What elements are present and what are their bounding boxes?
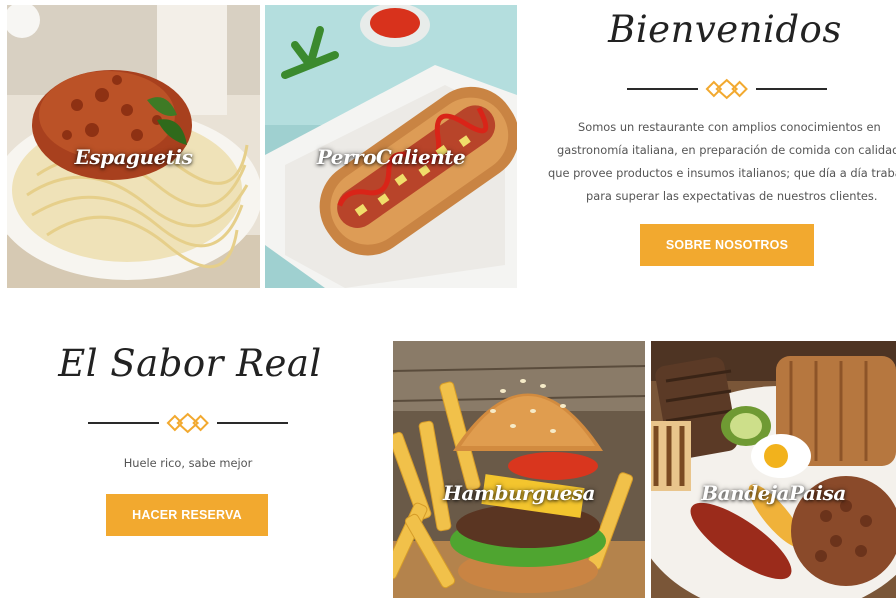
dish-label: Espaguetis bbox=[74, 145, 193, 169]
diamond-ornament-icon bbox=[166, 412, 210, 434]
dish-label: PerroCaliente bbox=[316, 145, 466, 169]
reservation-button[interactable]: HACER RESERVA bbox=[106, 494, 268, 536]
sabor-tagline: Huele rico, sabe mejor bbox=[123, 456, 253, 470]
about-us-button[interactable]: SOBRE NOSOTROS bbox=[640, 224, 814, 266]
dish-tile-hotdog[interactable]: PerroCaliente bbox=[265, 5, 517, 288]
welcome-line: Somos un restaurante con amplios conocim… bbox=[578, 120, 881, 134]
dish-label: Hamburguesa bbox=[442, 481, 596, 505]
welcome-text: Somos un restaurante con amplios conocim… bbox=[547, 116, 896, 208]
dish-tile-burger[interactable]: Hamburguesa bbox=[393, 341, 645, 598]
welcome-divider bbox=[627, 78, 827, 100]
burger-photo bbox=[393, 341, 645, 598]
welcome-line: que provee productos e insumos italianos… bbox=[548, 166, 896, 180]
welcome-line: para superar las expectativas de nuestro… bbox=[586, 189, 878, 203]
dish-label: BandejaPaisa bbox=[701, 481, 846, 505]
bandeja-paisa-photo bbox=[651, 341, 896, 598]
sabor-title: El Sabor Real bbox=[58, 342, 322, 385]
welcome-title: Bienvenidos bbox=[608, 8, 842, 51]
dish-tile-bandeja-paisa[interactable]: BandejaPaisa bbox=[651, 341, 896, 598]
dish-tile-spaghetti[interactable]: Espaguetis bbox=[7, 5, 260, 288]
welcome-line: gastronomía italiana, en preparación de … bbox=[557, 143, 896, 157]
sabor-divider bbox=[88, 412, 288, 434]
diamond-ornament-icon bbox=[705, 78, 749, 100]
